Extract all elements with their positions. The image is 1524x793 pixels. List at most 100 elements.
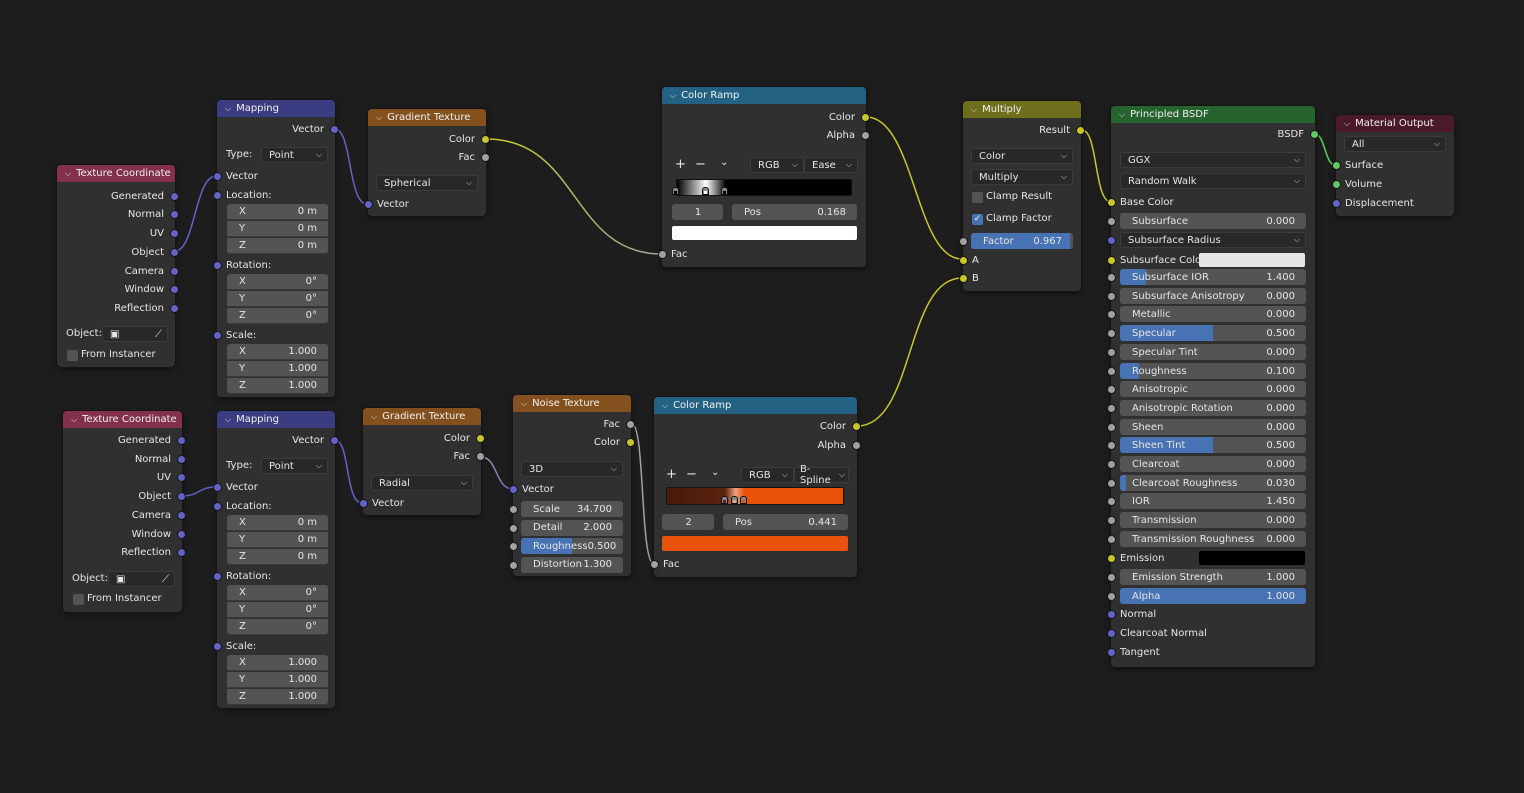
color-socket-icon[interactable] [626,438,635,447]
remove-stop-button[interactable]: − [695,157,706,172]
emission-strength-slider[interactable]: Emission Strength 1.000 [1120,569,1306,585]
vector-socket-icon[interactable] [213,483,222,492]
anisotropic-rotation-slider[interactable]: Anisotropic Rotation 0.000 [1120,400,1306,416]
location-x-field[interactable]: X 0 m [227,204,328,220]
transmission-slider[interactable]: Transmission 0.000 [1120,512,1306,528]
target-dropdown[interactable]: All ⌵ [1344,136,1446,152]
collapse-chevron-icon[interactable]: ⌵ [65,169,71,179]
rotation-x-field[interactable]: X 0° [227,585,328,601]
float-socket-icon[interactable] [1107,460,1116,469]
ramp-stop-handle[interactable] [731,496,739,504]
node-gradient-texture-2[interactable]: ⌵ Gradient Texture Color Fac Radial ⌵ Vect… [359,408,485,515]
sheen-tint-slider[interactable]: Sheen Tint 0.500 [1120,437,1306,453]
rotation-z-field[interactable]: Z 0° [227,619,328,635]
vector-socket-icon[interactable] [177,530,186,539]
vector-socket-icon[interactable] [509,485,518,494]
vector-socket-icon[interactable] [1332,199,1341,208]
node-header[interactable]: ⌵ Texture Coordinate [57,165,175,182]
object-picker[interactable]: ▣ ⟋ [102,326,168,342]
active-stop-index-field[interactable]: 2 [662,514,714,530]
node-color-ramp-2[interactable]: ⌵ Color Ramp Color Alpha + − ⌄ RGB ⌵ B-Spl… [650,397,861,577]
vector-socket-icon[interactable] [170,192,179,201]
float-socket-icon[interactable] [1107,367,1116,376]
float-socket-icon[interactable] [1107,310,1116,319]
float-socket-icon[interactable] [1107,516,1116,525]
float-socket-icon[interactable] [509,542,518,551]
transmission-roughness-slider[interactable]: Transmission Roughness 0.000 [1120,531,1306,547]
color-socket-icon[interactable] [1076,126,1085,135]
node-mix-multiply[interactable]: ⌵ Multiply Result Color ⌵ Multiply ⌵ Clamp … [959,101,1085,291]
vector-socket-icon[interactable] [177,492,186,501]
float-socket-icon[interactable] [1107,329,1116,338]
dimensions-dropdown[interactable]: 3D ⌵ [521,461,623,477]
clamp-result-checkbox[interactable] [972,192,983,203]
collapse-chevron-icon[interactable]: ⌵ [521,399,527,409]
vector-socket-icon[interactable] [359,499,368,508]
node-header[interactable]: ⌵ Multiply [963,101,1081,118]
node-header[interactable]: ⌵ Noise Texture [513,395,631,412]
node-mapping-1[interactable]: ⌵ Mapping Vector Type: Point ⌵ Vector Loca… [213,100,339,397]
float-socket-icon[interactable] [1107,404,1116,413]
vector-socket-icon[interactable] [1107,610,1116,619]
interpolation-dropdown[interactable]: Ease ⌵ [804,157,858,173]
color-socket-icon[interactable] [481,135,490,144]
gradient-type-dropdown[interactable]: Radial ⌵ [371,475,473,491]
vector-socket-icon[interactable] [177,455,186,464]
node-header[interactable]: ⌵ Mapping [217,411,335,428]
vector-socket-icon[interactable] [213,191,222,200]
specular-slider[interactable]: Specular 0.500 [1120,325,1306,341]
location-y-field[interactable]: Y 0 m [227,221,328,237]
active-stop-index-field[interactable]: 1 [672,204,723,220]
eyedropper-icon[interactable]: ⟋ [162,574,169,585]
remove-stop-button[interactable]: − [686,467,697,482]
float-socket-icon[interactable] [1107,292,1116,301]
scale-y-field[interactable]: Y 1.000 [227,361,328,377]
vector-socket-icon[interactable] [1107,629,1116,638]
vector-socket-icon[interactable] [1107,236,1116,245]
float-socket-icon[interactable] [1107,535,1116,544]
node-gradient-texture-1[interactable]: ⌵ Gradient Texture Color Fac Spherical ⌵ V… [364,109,490,216]
sheen-slider[interactable]: Sheen 0.000 [1120,419,1306,435]
distortion-slider[interactable]: Distortion 1.300 [521,556,623,573]
subsurface-method-dropdown[interactable]: Random Walk ⌵ [1120,173,1306,189]
subsurface-slider[interactable]: Subsurface 0.000 [1120,213,1306,229]
node-header[interactable]: ⌵ Principled BSDF [1111,106,1315,123]
vector-socket-icon[interactable] [170,248,179,257]
type-dropdown[interactable]: Point ⌵ [261,458,328,474]
vector-socket-icon[interactable] [170,267,179,276]
location-z-field[interactable]: Z 0 m [227,238,328,254]
emission-color-swatch[interactable] [1199,551,1305,565]
shader-socket-icon[interactable] [1332,180,1341,189]
vector-socket-icon[interactable] [330,436,339,445]
distribution-dropdown[interactable]: GGX ⌵ [1120,152,1306,168]
rotation-z-field[interactable]: Z 0° [227,308,328,324]
rotation-y-field[interactable]: Y 0° [227,602,328,618]
blend-mode-dropdown[interactable]: Multiply ⌵ [971,169,1073,185]
vector-socket-icon[interactable] [213,172,222,181]
float-socket-icon[interactable] [1107,385,1116,394]
float-socket-icon[interactable] [476,452,485,461]
node-header[interactable]: ⌵ Color Ramp [662,87,866,104]
detail-slider[interactable]: Detail 2.000 [521,519,623,536]
collapse-chevron-icon[interactable]: ⌵ [371,412,377,422]
float-socket-icon[interactable] [1107,348,1116,357]
clearcoat-roughness-slider[interactable]: Clearcoat Roughness 0.030 [1120,475,1306,491]
ramp-stop-handle[interactable] [721,187,729,195]
scale-x-field[interactable]: X 1.000 [227,655,328,671]
location-x-field[interactable]: X 0 m [227,515,328,531]
scale-slider[interactable]: Scale 34.700 [521,501,623,517]
clearcoat-slider[interactable]: Clearcoat 0.000 [1120,456,1306,472]
vector-socket-icon[interactable] [177,436,186,445]
from-instancer-checkbox[interactable] [67,350,78,361]
scale-x-field[interactable]: X 1.000 [227,344,328,360]
vector-socket-icon[interactable] [364,200,373,209]
color-socket-icon[interactable] [861,113,870,122]
scale-y-field[interactable]: Y 1.000 [227,672,328,688]
subsurface-anisotropy-slider[interactable]: Subsurface Anisotropy 0.000 [1120,288,1306,304]
vector-socket-icon[interactable] [177,548,186,557]
clamp-factor-checkbox[interactable]: ✓ [972,214,983,225]
rotation-x-field[interactable]: X 0° [227,274,328,290]
float-socket-icon[interactable] [959,237,968,246]
float-socket-icon[interactable] [1107,592,1116,601]
color-socket-icon[interactable] [1107,198,1116,207]
